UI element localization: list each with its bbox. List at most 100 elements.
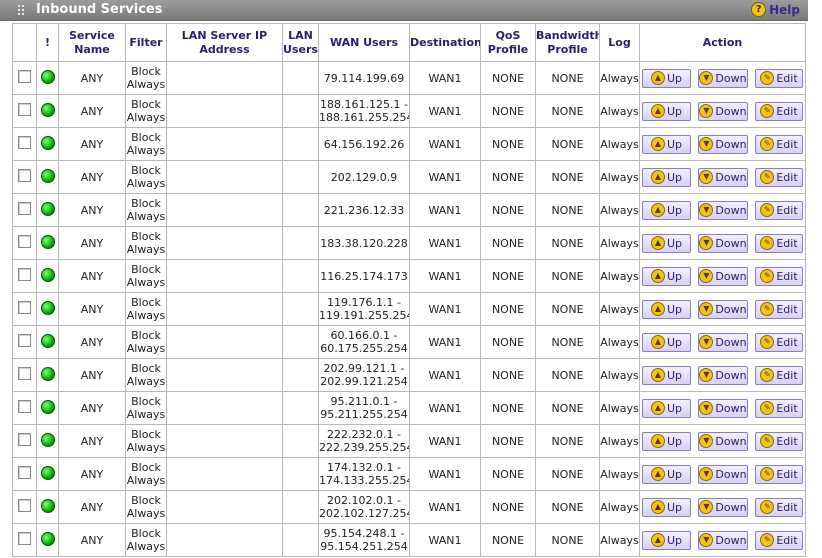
edit-button[interactable]: ✎ Edit <box>755 332 803 352</box>
col-header-select <box>12 23 37 62</box>
wan-users-cell: 202.129.0.9 <box>318 160 410 194</box>
table-row: ANY Block Always 202.99.121.1 - 202.99.121… <box>12 358 806 392</box>
up-arrow-icon: ▲ <box>650 269 665 283</box>
lan-users-cell <box>282 490 319 524</box>
down-button[interactable]: ▼ Down <box>698 200 748 220</box>
row-checkbox[interactable] <box>18 169 31 182</box>
row-checkbox[interactable] <box>18 103 31 116</box>
up-button[interactable]: ▲ Up <box>642 530 691 550</box>
destination-cell: WAN1 <box>409 259 481 293</box>
row-checkbox[interactable] <box>18 202 31 215</box>
edit-button[interactable]: ✎ Edit <box>755 200 803 220</box>
lan-server-ip-cell <box>166 160 283 194</box>
down-button[interactable]: ▼ Down <box>698 299 748 319</box>
edit-button[interactable]: ✎ Edit <box>755 299 803 319</box>
row-select-cell <box>12 259 37 293</box>
row-status-cell <box>36 424 59 458</box>
log-cell: Always <box>599 457 640 491</box>
down-arrow-icon: ▼ <box>699 71 714 85</box>
down-button[interactable]: ▼ Down <box>698 398 748 418</box>
down-button[interactable]: ▼ Down <box>698 464 748 484</box>
up-button[interactable]: ▲ Up <box>642 266 691 286</box>
row-checkbox[interactable] <box>18 235 31 248</box>
edit-button[interactable]: ✎ Edit <box>755 68 803 88</box>
up-button[interactable]: ▲ Up <box>642 134 691 154</box>
up-button[interactable]: ▲ Up <box>642 398 691 418</box>
down-button[interactable]: ▼ Down <box>698 266 748 286</box>
edit-button[interactable]: ✎ Edit <box>755 101 803 121</box>
up-button[interactable]: ▲ Up <box>642 332 691 352</box>
up-button[interactable]: ▲ Up <box>642 200 691 220</box>
edit-button-label: Edit <box>776 203 798 217</box>
edit-pencil-icon: ✎ <box>760 71 775 85</box>
destination-cell: WAN1 <box>409 457 481 491</box>
help-link[interactable]: ? Help <box>751 2 800 17</box>
edit-button[interactable]: ✎ Edit <box>755 266 803 286</box>
down-button[interactable]: ▼ Down <box>698 233 748 253</box>
down-button[interactable]: ▼ Down <box>698 101 748 121</box>
edit-pencil-icon: ✎ <box>760 500 775 514</box>
service-name-cell: ANY <box>58 391 126 425</box>
row-checkbox[interactable] <box>18 301 31 314</box>
up-button[interactable]: ▲ Up <box>642 431 691 451</box>
bandwidth-profile-cell: NONE <box>535 160 600 194</box>
row-checkbox[interactable] <box>18 532 31 545</box>
up-button[interactable]: ▲ Up <box>642 101 691 121</box>
row-checkbox[interactable] <box>18 499 31 512</box>
down-button[interactable]: ▼ Down <box>698 530 748 550</box>
up-button[interactable]: ▲ Up <box>642 299 691 319</box>
edit-pencil-icon: ✎ <box>760 467 775 481</box>
down-button[interactable]: ▼ Down <box>698 134 748 154</box>
table-row: ANY Block Always 79.114.199.69 WAN1 NONE NONE… <box>12 61 806 95</box>
down-button-label: Down <box>715 368 747 382</box>
edit-pencil-icon: ✎ <box>760 302 775 316</box>
down-button[interactable]: ▼ Down <box>698 497 748 517</box>
row-checkbox[interactable] <box>18 433 31 446</box>
row-status-cell <box>36 523 59 557</box>
table-row: ANY Block Always 188.161.125.1 - 188.161.2… <box>12 94 806 128</box>
bandwidth-profile-cell: NONE <box>535 391 600 425</box>
edit-button[interactable]: ✎ Edit <box>755 167 803 187</box>
edit-button[interactable]: ✎ Edit <box>755 134 803 154</box>
green-status-dot-icon <box>40 498 55 513</box>
action-cell: ▲ Up ▼ Down ✎ Edit <box>639 424 806 458</box>
down-button[interactable]: ▼ Down <box>698 431 748 451</box>
row-checkbox[interactable] <box>18 400 31 413</box>
lan-server-ip-cell <box>166 523 283 557</box>
up-button[interactable]: ▲ Up <box>642 167 691 187</box>
up-button[interactable]: ▲ Up <box>642 233 691 253</box>
row-status-cell <box>36 226 59 260</box>
row-select-cell <box>12 523 37 557</box>
edit-button[interactable]: ✎ Edit <box>755 464 803 484</box>
lan-users-cell <box>282 424 319 458</box>
edit-button[interactable]: ✎ Edit <box>755 233 803 253</box>
edit-button[interactable]: ✎ Edit <box>755 497 803 517</box>
table-row: ANY Block Always 119.176.1.1 - 119.191.255… <box>12 292 806 326</box>
row-checkbox[interactable] <box>18 70 31 83</box>
down-button[interactable]: ▼ Down <box>698 365 748 385</box>
down-button[interactable]: ▼ Down <box>698 167 748 187</box>
col-header-destination: Destination <box>409 23 481 62</box>
row-checkbox[interactable] <box>18 268 31 281</box>
up-button[interactable]: ▲ Up <box>642 464 691 484</box>
edit-button[interactable]: ✎ Edit <box>755 398 803 418</box>
action-cell: ▲ Up ▼ Down ✎ Edit <box>639 193 806 227</box>
edit-button[interactable]: ✎ Edit <box>755 431 803 451</box>
up-button[interactable]: ▲ Up <box>642 68 691 88</box>
edit-button[interactable]: ✎ Edit <box>755 365 803 385</box>
log-cell: Always <box>599 292 640 326</box>
down-button[interactable]: ▼ Down <box>698 68 748 88</box>
up-button[interactable]: ▲ Up <box>642 365 691 385</box>
destination-cell: WAN1 <box>409 193 481 227</box>
row-checkbox[interactable] <box>18 136 31 149</box>
edit-button[interactable]: ✎ Edit <box>755 530 803 550</box>
log-cell: Always <box>599 61 640 95</box>
up-button[interactable]: ▲ Up <box>642 497 691 517</box>
row-checkbox[interactable] <box>18 334 31 347</box>
row-checkbox[interactable] <box>18 367 31 380</box>
destination-cell: WAN1 <box>409 523 481 557</box>
row-checkbox[interactable] <box>18 466 31 479</box>
row-select-cell <box>12 358 37 392</box>
down-button[interactable]: ▼ Down <box>698 332 748 352</box>
qos-profile-cell: NONE <box>480 226 536 260</box>
